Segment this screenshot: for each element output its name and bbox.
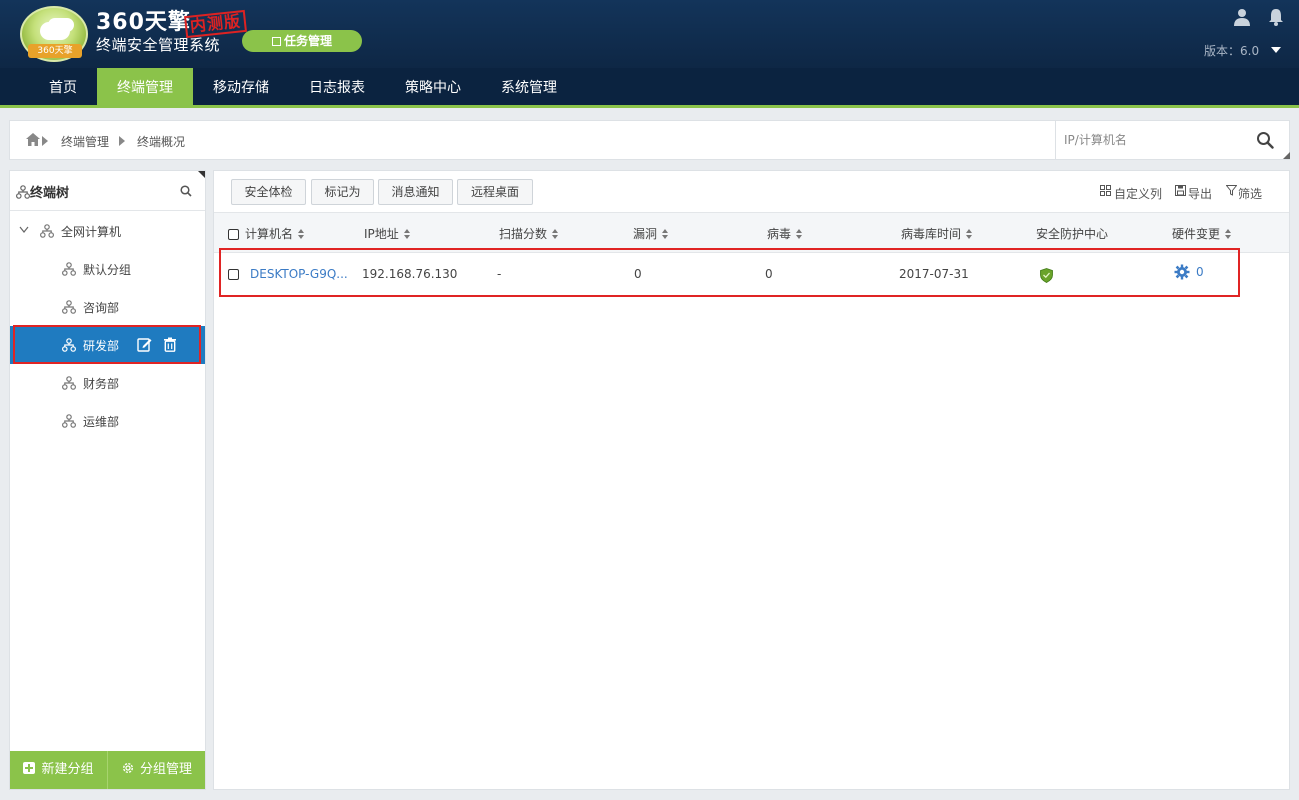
- highlight-box: [13, 325, 201, 364]
- col-viruses[interactable]: 病毒: [767, 225, 803, 242]
- nav-log-reports[interactable]: 日志报表: [289, 68, 385, 108]
- filter-icon: [1226, 185, 1237, 196]
- nav-mobile-storage[interactable]: 移动存储: [193, 68, 289, 108]
- plus-icon: [23, 762, 36, 774]
- tree-node-all-computers[interactable]: 全网计算机: [10, 212, 205, 250]
- breadcrumb-item-terminal-management[interactable]: 终端管理: [61, 133, 109, 150]
- col-protection-center: 安全防护中心: [1036, 227, 1109, 241]
- tree-node-finance[interactable]: 财务部: [10, 364, 205, 402]
- columns-icon: [1100, 185, 1111, 196]
- tree-footer: 新建分组 分组管理: [10, 751, 205, 791]
- version-dropdown-icon[interactable]: [1271, 47, 1281, 53]
- security-check-button[interactable]: 安全体检: [231, 179, 306, 205]
- gear-icon: [122, 762, 133, 774]
- breadcrumb-separator-icon: [42, 136, 48, 146]
- tree-node-label: 财务部: [83, 377, 120, 391]
- toolbar: 安全体检 标记为 消息通知 远程桌面 自定义列 导出 筛选: [214, 171, 1289, 213]
- breadcrumb-item-terminal-overview: 终端概况: [137, 135, 186, 149]
- custom-columns-button[interactable]: 自定义列: [1114, 185, 1162, 202]
- col-computer-name[interactable]: 计算机名: [245, 225, 305, 242]
- tree-node-consulting[interactable]: 咨询部: [10, 288, 205, 326]
- col-ip[interactable]: IP地址: [364, 225, 410, 242]
- breadcrumb-separator-icon: [119, 136, 125, 146]
- col-vulnerabilities[interactable]: 漏洞: [633, 225, 669, 242]
- breadcrumb: 终端管理 终端概况: [9, 120, 1290, 160]
- main-nav: 首页 终端管理 移动存储 日志报表 策略中心 系统管理: [0, 68, 1299, 108]
- sort-icon[interactable]: [662, 229, 669, 239]
- new-group-button[interactable]: 新建分组: [10, 751, 107, 789]
- nav-terminal-management[interactable]: 终端管理: [97, 68, 193, 108]
- remote-desktop-button[interactable]: 远程桌面: [457, 179, 533, 205]
- mark-as-button[interactable]: 标记为: [311, 179, 374, 205]
- task-icon: [271, 37, 281, 46]
- brand-title: 360天擎: [96, 10, 191, 35]
- terminal-tree-panel: 终端树 全网计算机 默认分组 咨询部 研发部 财务部 运维部 新建分组 分组管理: [9, 170, 206, 790]
- tree-node-label: 咨询部: [83, 301, 120, 315]
- table-header: 计算机名 IP地址 扫描分数 漏洞 病毒 病毒库时间 安全防护中心 硬件变更: [214, 213, 1289, 253]
- sort-icon[interactable]: [298, 229, 305, 239]
- select-all-checkbox[interactable]: [228, 229, 239, 240]
- export-button[interactable]: 导出: [1188, 185, 1212, 202]
- group-icon: [62, 300, 76, 314]
- highlight-box: [219, 248, 1240, 297]
- tree-node-label: 默认分组: [83, 263, 132, 277]
- group-icon: [62, 414, 76, 428]
- sort-icon[interactable]: [403, 229, 410, 239]
- corner-indicator-icon: [1283, 152, 1290, 159]
- collapse-corner-icon[interactable]: [198, 171, 205, 178]
- nav-system-management[interactable]: 系统管理: [481, 68, 577, 108]
- cloud-icon: [40, 22, 70, 40]
- search-icon[interactable]: [1256, 131, 1274, 149]
- col-hardware-change[interactable]: 硬件变更: [1172, 225, 1232, 242]
- tree-title: 终端树: [30, 186, 70, 201]
- col-virus-db-time[interactable]: 病毒库时间: [901, 225, 973, 242]
- group-icon: [40, 224, 54, 238]
- tree-icon: [16, 185, 30, 199]
- brand-stamp: 内测版: [183, 9, 247, 39]
- search-box: [1055, 121, 1290, 159]
- logo-badge: 360天擎: [20, 6, 88, 62]
- group-icon: [62, 376, 76, 390]
- col-scan-score[interactable]: 扫描分数: [499, 225, 559, 242]
- home-icon[interactable]: [26, 133, 40, 146]
- export-icon: [1175, 185, 1186, 196]
- message-notify-button[interactable]: 消息通知: [378, 179, 453, 205]
- user-icon[interactable]: [1234, 8, 1250, 26]
- nav-home[interactable]: 首页: [28, 68, 98, 108]
- search-input[interactable]: [1064, 129, 1244, 151]
- terminal-list-panel: 安全体检 标记为 消息通知 远程桌面 自定义列 导出 筛选 计算机名 IP地址 …: [213, 170, 1290, 790]
- brand-subtitle: 终端安全管理系统: [96, 36, 221, 54]
- group-icon: [62, 262, 76, 276]
- task-management-button[interactable]: 任务管理: [242, 30, 362, 52]
- tree-node-ops[interactable]: 运维部: [10, 402, 205, 440]
- badge-ribbon: 360天擎: [28, 44, 82, 58]
- filter-button[interactable]: 筛选: [1238, 185, 1262, 202]
- version-label: 版本：6.0: [1204, 44, 1260, 58]
- tree-node-default-group[interactable]: 默认分组: [10, 250, 205, 288]
- chevron-down-icon[interactable]: [19, 226, 29, 234]
- sort-icon[interactable]: [796, 229, 803, 239]
- tree-node-label: 全网计算机: [61, 225, 122, 239]
- bell-icon[interactable]: [1267, 8, 1285, 26]
- sort-icon[interactable]: [966, 229, 973, 239]
- tree-header: 终端树: [10, 171, 205, 211]
- app-header: 360天擎 360天擎内测版 终端安全管理系统 任务管理 版本：6.0: [0, 0, 1299, 68]
- tree-node-label: 运维部: [83, 415, 120, 429]
- manage-group-button[interactable]: 分组管理: [107, 751, 205, 789]
- brand-logo: 360天擎内测版 终端安全管理系统: [96, 9, 247, 54]
- sort-icon[interactable]: [552, 229, 559, 239]
- sort-icon[interactable]: [1225, 229, 1232, 239]
- nav-policy-center[interactable]: 策略中心: [385, 68, 481, 108]
- tree-search-icon[interactable]: [180, 185, 192, 197]
